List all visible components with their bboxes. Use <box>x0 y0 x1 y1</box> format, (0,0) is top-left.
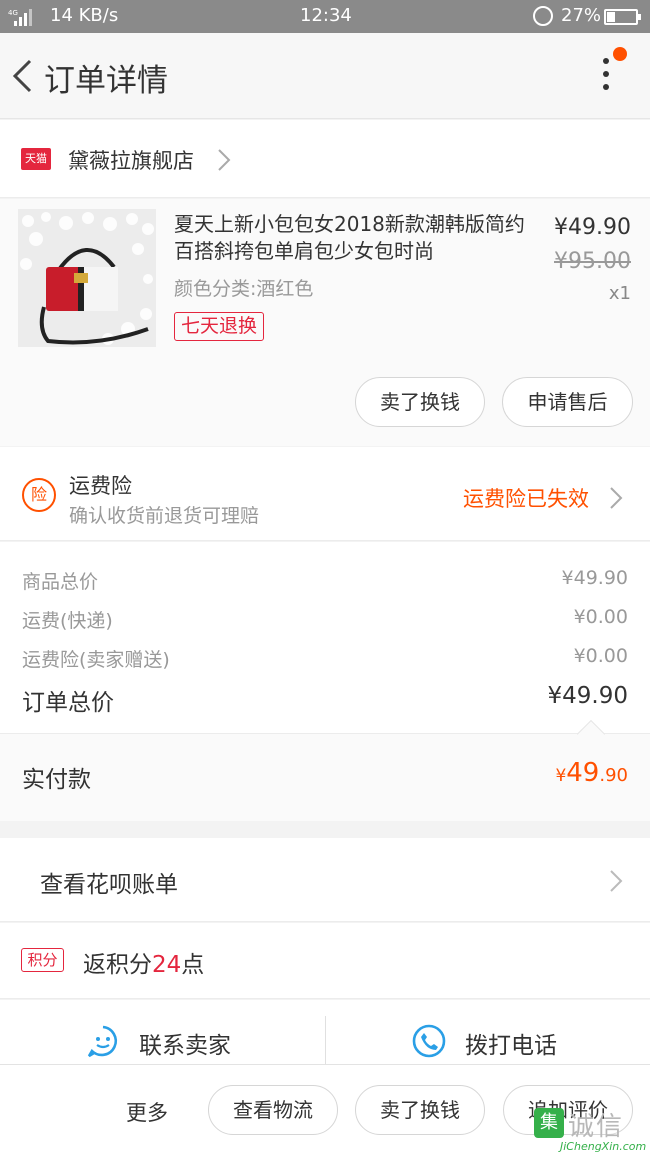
divider <box>325 1016 326 1066</box>
network-speed: 14 KB/s <box>50 5 119 26</box>
product-card[interactable]: 夏天上新小包包女2018新款潮韩版简约百搭斜挎包单肩包少女包时尚 颜色分类:酒红… <box>0 199 650 446</box>
battery-percent: 27% <box>561 5 602 26</box>
back-icon[interactable] <box>10 58 34 94</box>
contact-row: 联系卖家 拨打电话 <box>0 1000 650 1066</box>
chevron-right-icon <box>218 149 231 171</box>
summary-label-shipping: 运费(快递) <box>22 610 113 632</box>
return-policy-tag: 七天退换 <box>174 312 265 341</box>
svg-text:4G: 4G <box>8 9 18 17</box>
more-button[interactable]: 更多 <box>126 1097 168 1127</box>
summary-label-insurance: 运费险(卖家赠送) <box>22 649 170 671</box>
summary-value-insurance: ¥0.00 <box>573 645 628 667</box>
chevron-right-icon <box>610 870 623 892</box>
watermark-url: JiChengXin.com <box>560 1140 647 1153</box>
page-title: 订单详情 <box>44 63 168 99</box>
points-badge: 积分 <box>21 948 64 972</box>
contact-seller-button[interactable]: 联系卖家 <box>86 1024 256 1064</box>
product-title[interactable]: 夏天上新小包包女2018新款潮韩版简约百搭斜挎包单肩包少女包时尚 <box>174 211 532 265</box>
store-name[interactable]: 黛薇拉旗舰店 <box>68 145 194 175</box>
chevron-right-icon <box>610 487 623 509</box>
huabei-bill-label[interactable]: 查看花呗账单 <box>40 865 178 899</box>
insurance-title: 运费险 <box>69 474 132 498</box>
battery-icon <box>604 9 641 25</box>
product-original-price: ¥95.00 <box>554 249 631 274</box>
actual-paid-label: 实付款 <box>22 767 91 793</box>
contact-seller-label: 联系卖家 <box>139 1033 231 1059</box>
watermark-logo: 集 <box>534 1108 564 1138</box>
store-row[interactable]: 天猫 黛薇拉旗舰店 <box>0 120 650 198</box>
watermark: 集 诚信 JiChengXin.com <box>534 1104 650 1155</box>
watermark-text: 诚信 <box>568 1112 625 1142</box>
status-bar: 4G 14 KB/s 12:34 27% <box>0 0 650 33</box>
summary-value-goods: ¥49.90 <box>561 567 628 589</box>
nav-bar: 订单详情 <box>0 33 650 119</box>
summary-value-shipping: ¥0.00 <box>573 606 628 628</box>
view-logistics-button[interactable]: 查看物流 <box>208 1085 338 1135</box>
call-label: 拨打电话 <box>465 1033 557 1059</box>
product-sku: 颜色分类:酒红色 <box>174 278 314 300</box>
chat-bubble-icon <box>87 1025 118 1058</box>
notification-dot <box>613 47 627 61</box>
phone-icon <box>412 1024 446 1058</box>
product-quantity: x1 <box>608 283 631 304</box>
resell-button[interactable]: 卖了换钱 <box>355 1085 485 1135</box>
tmall-badge: 天猫 <box>21 148 51 170</box>
resell-button[interactable]: 卖了换钱 <box>355 377 485 427</box>
after-sale-button[interactable]: 申请售后 <box>502 377 633 427</box>
points-text: 返积分24点 <box>83 952 205 978</box>
shipping-insurance-row[interactable]: 险 运费险 确认收货前退货可理赔 运费险已失效 <box>0 447 650 541</box>
order-total-label: 订单总价 <box>22 690 114 716</box>
huabei-bill-row[interactable]: 查看花呗账单 <box>0 838 650 922</box>
insurance-subtitle: 确认收货前退货可理赔 <box>69 505 260 527</box>
more-vertical-icon[interactable] <box>596 58 616 98</box>
summary-label-goods: 商品总价 <box>22 571 99 593</box>
call-button[interactable]: 拨打电话 <box>412 1024 582 1064</box>
insurance-status[interactable]: 运费险已失效 <box>463 483 589 513</box>
actual-paid-value: ¥49.90 <box>555 758 628 788</box>
order-total-value: ¥49.90 <box>547 683 628 709</box>
product-price: ¥49.90 <box>554 215 631 240</box>
signal-icon: 4G <box>8 9 32 26</box>
insurance-icon: 险 <box>22 478 56 512</box>
product-image[interactable] <box>18 209 156 347</box>
actual-paid-row: 实付款 ¥49.90 <box>0 719 650 821</box>
status-time: 12:34 <box>300 5 352 26</box>
points-row: 积分 返积分24点 <box>0 923 650 999</box>
rotation-lock-icon <box>533 6 553 26</box>
